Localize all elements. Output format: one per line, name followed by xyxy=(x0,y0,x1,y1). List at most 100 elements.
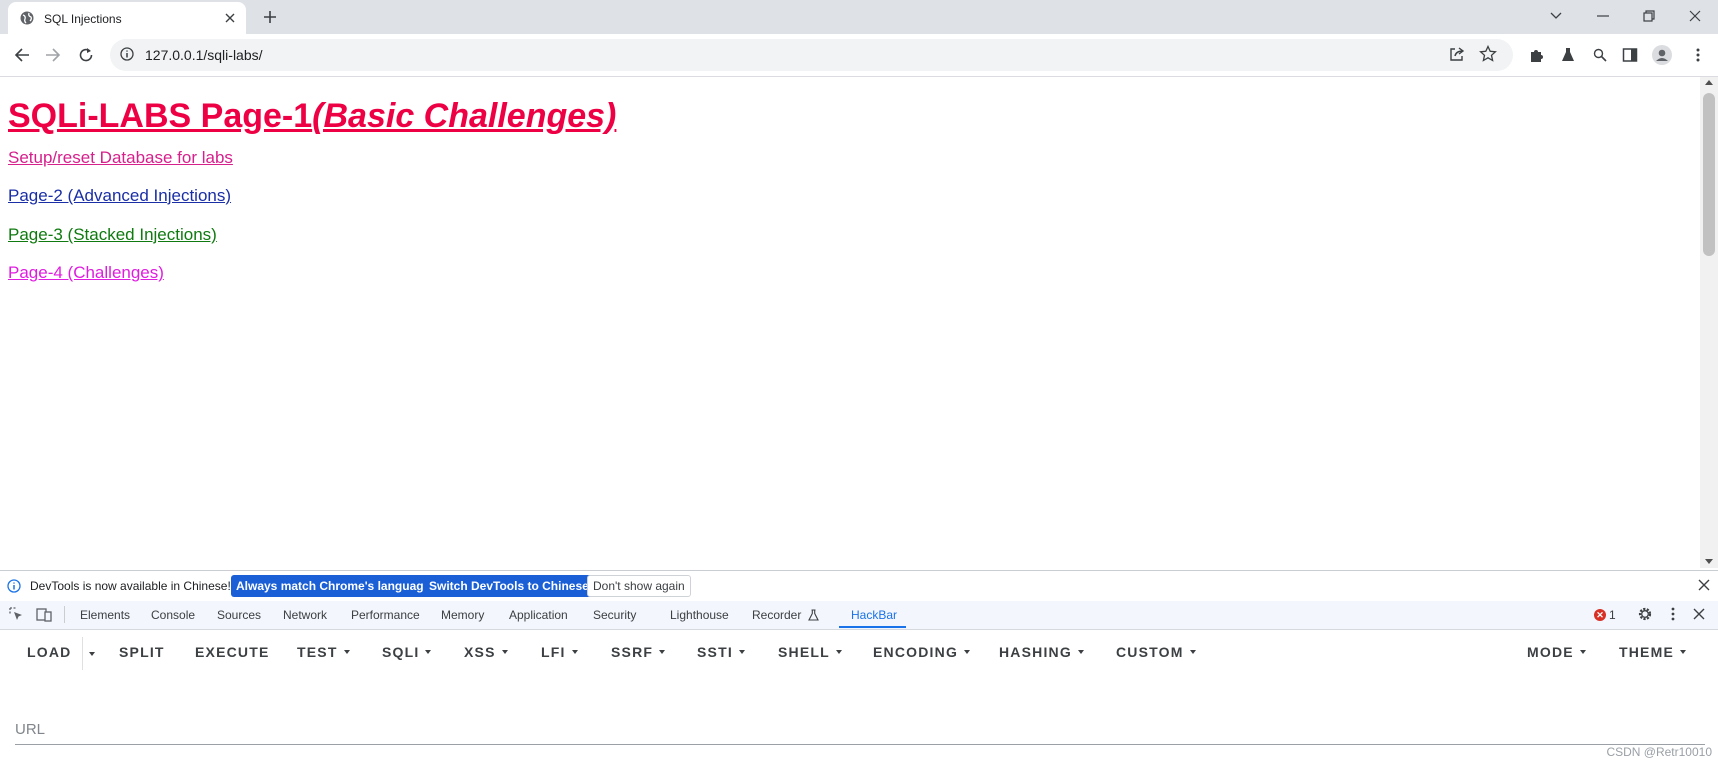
page-scrollbar[interactable] xyxy=(1700,77,1718,568)
scroll-up-arrow-icon[interactable] xyxy=(1705,80,1713,85)
browser-tab[interactable]: SQL Injections xyxy=(8,2,246,34)
tab-network[interactable]: Network xyxy=(283,608,327,622)
site-info-icon[interactable] xyxy=(120,47,134,61)
device-toolbar-icon[interactable] xyxy=(36,607,52,622)
page-title-sub: (Basic Challenges) xyxy=(312,97,617,135)
chrome-menu-icon[interactable] xyxy=(1688,45,1708,65)
globe-icon xyxy=(20,11,34,25)
execute-button[interactable]: EXECUTE xyxy=(195,644,270,660)
tab-recorder[interactable]: Recorder xyxy=(752,608,819,622)
devtools-menu-icon[interactable] xyxy=(1671,607,1675,621)
active-tab-indicator xyxy=(839,626,906,628)
hashing-menu-label: HASHING xyxy=(999,644,1072,660)
close-infobar-icon[interactable] xyxy=(1698,579,1710,591)
close-devtools-icon[interactable] xyxy=(1693,608,1705,620)
encoding-menu[interactable]: ENCODING xyxy=(873,644,971,660)
reload-icon[interactable] xyxy=(76,45,96,65)
load-split-divider xyxy=(82,637,83,670)
page-content: SQLi-LABS Page-1(Basic Challenges) Setup… xyxy=(0,77,1700,568)
toolbar-divider xyxy=(64,606,65,623)
error-count: 1 xyxy=(1609,608,1616,622)
tab-elements[interactable]: Elements xyxy=(80,608,130,622)
devtools-tab-bar: Elements Console Sources Network Perform… xyxy=(0,601,1718,630)
mode-menu[interactable]: MODE xyxy=(1527,644,1586,660)
setup-reset-db-link[interactable]: Setup/reset Database for labs xyxy=(8,148,233,168)
theme-menu[interactable]: THEME xyxy=(1619,644,1686,660)
tab-search-icon[interactable] xyxy=(1545,5,1567,27)
scrollbar-thumb[interactable] xyxy=(1703,93,1715,256)
theme-menu-label: THEME xyxy=(1619,644,1674,660)
page-4-link[interactable]: Page-4 (Challenges) xyxy=(8,263,164,283)
encoding-menu-label: ENCODING xyxy=(873,644,959,660)
restore-icon[interactable] xyxy=(1638,5,1660,27)
dont-show-again-button[interactable]: Don't show again xyxy=(587,575,691,597)
forward-arrow-icon[interactable] xyxy=(43,45,63,65)
scroll-down-arrow-icon[interactable] xyxy=(1705,559,1713,564)
tab-hackbar[interactable]: HackBar xyxy=(851,608,897,622)
hashing-menu[interactable]: HASHING xyxy=(999,644,1084,660)
error-count-badge[interactable]: ✕ 1 xyxy=(1594,608,1616,622)
new-tab-icon[interactable] xyxy=(260,7,280,27)
tab-sources[interactable]: Sources xyxy=(217,608,261,622)
custom-menu-label: CUSTOM xyxy=(1116,644,1184,660)
shell-menu[interactable]: SHELL xyxy=(778,644,842,660)
tab-memory[interactable]: Memory xyxy=(441,608,484,622)
xss-menu-label: XSS xyxy=(464,644,496,660)
bookmark-star-icon[interactable] xyxy=(1479,45,1497,63)
experiment-flask-icon xyxy=(807,609,819,621)
address-url: 127.0.0.1/sqli-labs/ xyxy=(145,47,263,63)
caret-down-icon xyxy=(1579,650,1586,655)
devtools-language-infobar: DevTools is now available in Chinese! Al… xyxy=(0,570,1718,602)
caret-down-icon xyxy=(501,650,508,655)
tab-console[interactable]: Console xyxy=(151,608,195,622)
test-menu[interactable]: TEST xyxy=(297,644,350,660)
search-icon[interactable] xyxy=(1590,45,1610,65)
address-bar[interactable]: 127.0.0.1/sqli-labs/ xyxy=(110,39,1513,71)
tab-performance[interactable]: Performance xyxy=(351,608,420,622)
tab-security[interactable]: Security xyxy=(593,608,636,622)
page-2-link[interactable]: Page-2 (Advanced Injections) xyxy=(8,186,231,206)
caret-down-icon xyxy=(1680,650,1686,655)
tab-strip: SQL Injections xyxy=(0,0,1718,34)
switch-devtools-chinese-button[interactable]: Switch DevTools to Chinese xyxy=(424,575,594,597)
test-menu-label: TEST xyxy=(297,644,338,660)
lfi-menu-label: LFI xyxy=(541,644,566,660)
close-window-icon[interactable] xyxy=(1684,5,1706,27)
inspect-element-icon[interactable] xyxy=(9,607,24,622)
tab-lighthouse[interactable]: Lighthouse xyxy=(670,608,729,622)
hackbar-url-input[interactable] xyxy=(15,714,1705,745)
back-arrow-icon[interactable] xyxy=(12,45,32,65)
caret-down-icon xyxy=(964,650,971,655)
ssrf-menu[interactable]: SSRF xyxy=(611,644,666,660)
minimize-icon[interactable] xyxy=(1592,5,1614,27)
caret-down-icon xyxy=(1189,650,1196,655)
close-tab-icon[interactable] xyxy=(222,10,238,26)
custom-menu[interactable]: CUSTOM xyxy=(1116,644,1196,660)
csdn-watermark: CSDN @Retr10010 xyxy=(1606,745,1712,759)
mode-menu-label: MODE xyxy=(1527,644,1574,660)
always-match-language-button[interactable]: Always match Chrome's language xyxy=(231,575,436,597)
settings-gear-icon[interactable] xyxy=(1637,606,1653,622)
ssti-menu-label: SSTI xyxy=(697,644,733,660)
xss-menu[interactable]: XSS xyxy=(464,644,508,660)
lfi-menu[interactable]: LFI xyxy=(541,644,578,660)
sqli-menu[interactable]: SQLI xyxy=(382,644,432,660)
caret-down-icon xyxy=(571,650,578,655)
share-icon[interactable] xyxy=(1449,46,1465,62)
side-panel-icon[interactable] xyxy=(1620,45,1640,65)
caret-down-icon xyxy=(659,650,666,655)
flask-icon[interactable] xyxy=(1558,45,1578,65)
load-button[interactable]: LOAD xyxy=(27,644,71,660)
tab-recorder-label: Recorder xyxy=(752,608,802,622)
ssti-menu[interactable]: SSTI xyxy=(697,644,745,660)
extensions-puzzle-icon[interactable] xyxy=(1526,45,1546,65)
split-button[interactable]: SPLIT xyxy=(119,644,165,660)
tab-application[interactable]: Application xyxy=(509,608,568,622)
page-3-link[interactable]: Page-3 (Stacked Injections) xyxy=(8,225,217,245)
caret-down-icon xyxy=(835,650,842,655)
load-dropdown-caret-icon[interactable] xyxy=(89,652,95,656)
page-title: SQLi-LABS Page-1(Basic Challenges) xyxy=(8,97,616,136)
info-icon xyxy=(7,579,21,593)
profile-avatar-icon[interactable] xyxy=(1652,45,1672,65)
tab-title: SQL Injections xyxy=(44,12,122,26)
